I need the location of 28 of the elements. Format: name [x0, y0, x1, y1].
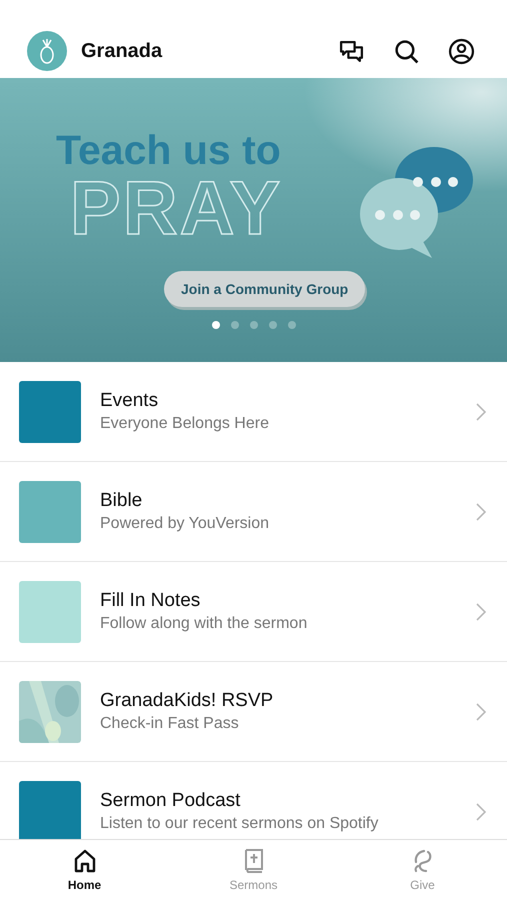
- item-subtitle: Powered by YouVersion: [100, 515, 270, 533]
- chevron-icon: [475, 702, 487, 722]
- chevron-icon: [475, 802, 487, 822]
- tab[interactable]: Home: [0, 840, 169, 900]
- chevron-icon: [475, 402, 487, 422]
- item-title: GranadaKids! RSVP: [100, 690, 274, 712]
- item-title: Events: [100, 390, 160, 412]
- item-subtitle: Follow along with the sermon: [100, 615, 308, 633]
- item-title: Sermon Podcast: [100, 790, 242, 812]
- list-item[interactable]: Bible Powered by YouVersion: [0, 462, 507, 562]
- item-subtitle: Check-in Fast Pass: [100, 715, 240, 733]
- list-item[interactable]: GranadaKids! RSVP Check-in Fast Pass: [0, 662, 507, 762]
- banner-headline-outline: PRAY: [70, 171, 282, 247]
- pineapple-logo-icon: [27, 31, 67, 71]
- item-subtitle: Listen to our recent sermons on Spotify: [100, 815, 380, 833]
- app-title: Granada: [81, 40, 162, 62]
- chevron-icon: [475, 502, 487, 522]
- list-item[interactable]: Fill In Notes Follow along with the sermon: [0, 562, 507, 662]
- list-item[interactable]: Events Everyone Belongs Here: [0, 362, 507, 462]
- community-group-button[interactable]: Join a Community Group: [164, 271, 366, 307]
- search-icon[interactable]: [393, 38, 420, 64]
- banner-headline: Teach us to: [56, 130, 281, 171]
- list-item[interactable]: Sermon Podcast Listen to our recent sermons on Spotify: [0, 762, 507, 839]
- item-subtitle: Everyone Belongs Here: [100, 415, 270, 433]
- item-title: Bible: [100, 490, 144, 512]
- profile-icon[interactable]: [448, 38, 475, 64]
- chevron-icon: [475, 602, 487, 622]
- item-title: Fill In Notes: [100, 590, 202, 612]
